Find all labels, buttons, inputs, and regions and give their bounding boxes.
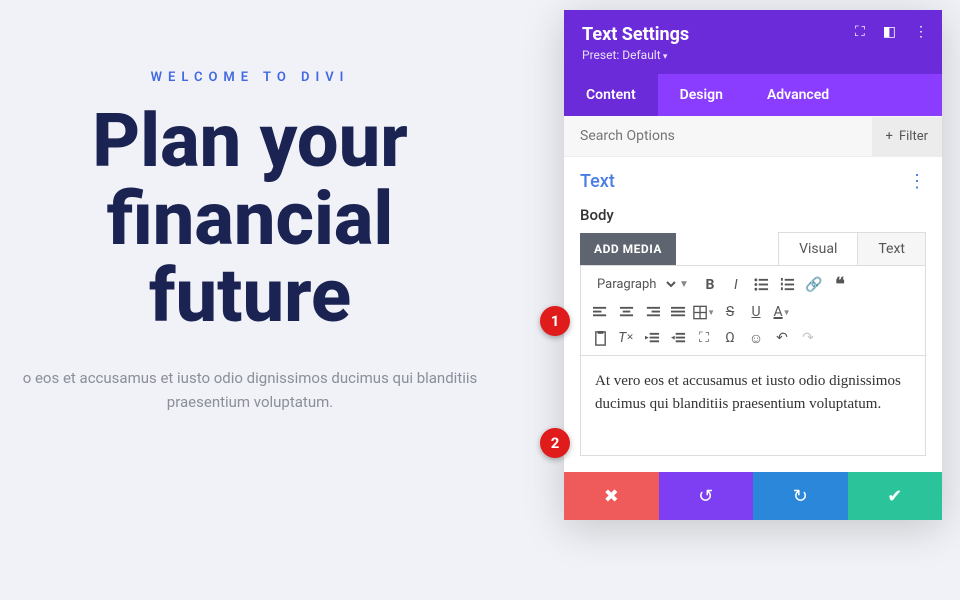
undo-button[interactable]: ↺: [659, 472, 754, 520]
special-char-icon[interactable]: Ω: [719, 327, 741, 349]
align-justify-icon[interactable]: [667, 301, 689, 323]
underline-icon[interactable]: U: [745, 301, 767, 323]
settings-panel: Text Settings Preset: Default ⛶ ◧ ⋮ Cont…: [564, 10, 942, 520]
section-title: Text: [580, 171, 615, 192]
hero-title: Plan your financial future: [0, 103, 500, 336]
page-preview: WELCOME TO DIVI Plan your financial futu…: [0, 0, 520, 414]
strikethrough-icon[interactable]: S: [719, 301, 741, 323]
align-right-icon[interactable]: [641, 301, 663, 323]
expand-icon[interactable]: ⛶: [855, 24, 865, 40]
hero-body: o eos et accusamus et iusto odio digniss…: [0, 366, 500, 414]
redo-button[interactable]: ↻: [753, 472, 848, 520]
settings-tabs: Content Design Advanced: [564, 74, 942, 116]
editor-textarea[interactable]: At vero eos et accusamus et iusto odio d…: [580, 356, 926, 456]
editor-tab-text[interactable]: Text: [858, 233, 925, 265]
dock-icon[interactable]: ◧: [883, 24, 896, 40]
eyebrow-text: WELCOME TO DIVI: [0, 70, 500, 85]
tab-advanced[interactable]: Advanced: [745, 74, 851, 116]
callout-1: 1: [540, 306, 570, 336]
redo-icon[interactable]: ↷: [797, 327, 819, 349]
editor-tab-visual[interactable]: Visual: [779, 233, 858, 265]
align-center-icon[interactable]: [615, 301, 637, 323]
search-input[interactable]: [564, 116, 872, 156]
undo-icon[interactable]: ↶: [771, 327, 793, 349]
outdent-icon[interactable]: [641, 327, 663, 349]
editor-mode-tabs: Visual Text: [778, 232, 926, 265]
section-menu-icon[interactable]: ⋮: [908, 171, 926, 192]
save-button[interactable]: ✔: [848, 472, 943, 520]
tab-content[interactable]: Content: [564, 74, 658, 116]
quote-icon[interactable]: ❝: [829, 274, 851, 296]
callout-2: 2: [540, 428, 570, 458]
search-row: +Filter: [564, 116, 942, 157]
indent-icon[interactable]: [667, 327, 689, 349]
number-list-icon[interactable]: [777, 274, 799, 296]
fullscreen-icon[interactable]: ⛶: [693, 327, 715, 349]
emoji-icon[interactable]: ☺: [745, 327, 767, 349]
more-icon[interactable]: ⋮: [914, 24, 928, 40]
table-icon[interactable]: ▼: [693, 301, 715, 323]
cancel-button[interactable]: ✖: [564, 472, 659, 520]
plus-icon: +: [886, 129, 893, 144]
text-color-icon[interactable]: A▼: [771, 301, 793, 323]
panel-header: Text Settings Preset: Default ⛶ ◧ ⋮: [564, 10, 942, 74]
paste-text-icon[interactable]: [589, 327, 611, 349]
tab-design[interactable]: Design: [658, 74, 745, 116]
field-label: Body: [580, 206, 926, 224]
format-select[interactable]: Paragraph: [589, 272, 679, 297]
bold-icon[interactable]: B: [699, 274, 721, 296]
link-icon[interactable]: 🔗: [803, 274, 825, 296]
bullet-list-icon[interactable]: [751, 274, 773, 296]
add-media-button[interactable]: ADD MEDIA: [580, 233, 676, 265]
clear-format-icon[interactable]: T✕: [615, 327, 637, 349]
text-section: Text ⋮ Body ADD MEDIA Visual Text Paragr…: [564, 157, 942, 472]
align-left-icon[interactable]: [589, 301, 611, 323]
footer-actions: ✖ ↺ ↻ ✔: [564, 472, 942, 520]
filter-button[interactable]: +Filter: [872, 117, 942, 156]
italic-icon[interactable]: I: [725, 274, 747, 296]
preset-selector[interactable]: Preset: Default: [582, 48, 924, 62]
editor-toolbar: Paragraph▼ B I 🔗 ❝ ▼ S U A▼ T✕ ⛶ Ω ☺ ↶: [580, 265, 926, 356]
